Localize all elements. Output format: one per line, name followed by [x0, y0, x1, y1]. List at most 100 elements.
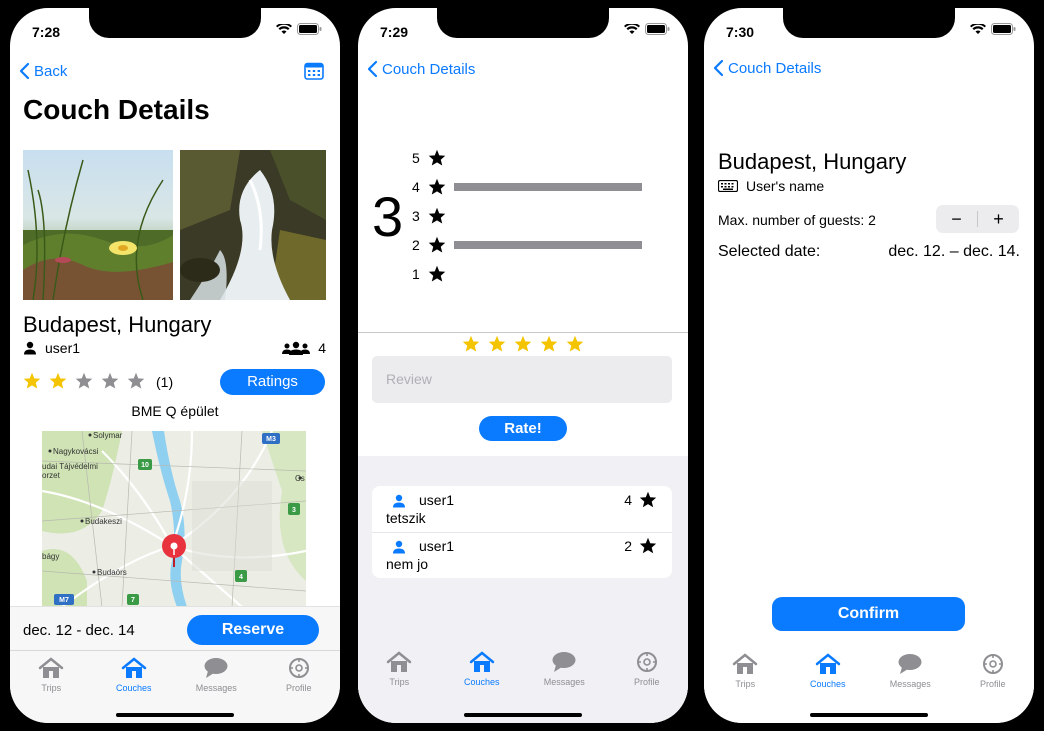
star-icon [639, 491, 657, 508]
host-name: user1 [45, 340, 81, 356]
ratings-button[interactable]: Ratings [220, 369, 325, 395]
reserve-bar: dec. 12 - dec. 14 Reserve [10, 606, 340, 651]
divider [358, 332, 688, 333]
home-indicator [810, 713, 928, 717]
tab-couches-label: Couches [463, 677, 500, 687]
wifi-icon [276, 23, 292, 34]
speech-bubble-icon [552, 652, 576, 672]
status-time: 7:29 [380, 24, 409, 40]
map-place-label: Cs [295, 474, 305, 483]
star-icon [428, 150, 446, 166]
back-button[interactable]: Couch Details [366, 60, 475, 78]
confirm-button[interactable]: Confirm [772, 597, 965, 631]
screen: 7:29 Couch Details 3 54321 Review Rate! … [358, 8, 688, 723]
battery-icon [297, 23, 322, 35]
tab-profile[interactable]: Profile [258, 651, 341, 723]
chevron-left-icon [19, 62, 30, 80]
star-empty-icon [101, 372, 119, 389]
map-place-label: orzet [42, 471, 61, 480]
back-label: Couch Details [382, 60, 476, 78]
phone-couch-details: 7:28 Back Couch Details Budapest, Hungar… [0, 0, 350, 731]
histogram-row: 5 [412, 148, 454, 168]
screen: 7:30 Couch Details Budapest, Hungary Use… [704, 8, 1034, 723]
house-icon [815, 653, 840, 674]
gear-icon [288, 658, 309, 678]
histogram-bar [454, 241, 642, 249]
page-title: Couch Details [23, 94, 210, 125]
tab-trips-label: Trips [41, 683, 62, 693]
back-button[interactable]: Back [18, 62, 67, 80]
review-stars: 2 [624, 538, 632, 554]
calendar-icon[interactable] [304, 62, 324, 80]
person-icon [393, 494, 405, 508]
tab-bar: Trips Couches Messages Profile [704, 647, 1034, 723]
gear-icon [982, 654, 1003, 674]
speech-bubble-icon [204, 658, 228, 678]
histogram-bar [454, 183, 642, 191]
status-icons [970, 23, 1016, 35]
tab-profile[interactable]: Profile [606, 645, 689, 723]
rating-stars [23, 372, 145, 389]
phone-reservation: 7:30 Couch Details Budapest, Hungary Use… [694, 0, 1044, 731]
star-filled-icon[interactable] [488, 335, 506, 352]
chevron-left-icon [367, 60, 378, 78]
tab-bar: Trips Couches Messages Profile [358, 645, 688, 723]
star-filled-icon[interactable] [566, 335, 584, 352]
map-place-label: Budakeszi [85, 517, 122, 526]
person-icon [24, 341, 36, 355]
wifi-icon [970, 23, 986, 34]
tab-couches[interactable]: Couches [787, 647, 870, 723]
star-filled-icon[interactable] [462, 335, 480, 352]
star-icon [639, 537, 657, 554]
rating-count: (1) [156, 374, 174, 390]
date-value[interactable]: dec. 12. – dec. 14. [888, 243, 1020, 261]
stepper-plus-button[interactable]: + [978, 209, 1019, 230]
histogram-row: 1 [412, 264, 454, 284]
review-input[interactable]: Review [372, 356, 672, 403]
tab-messages[interactable]: Messages [523, 645, 606, 723]
host-row: user1 [23, 340, 80, 356]
couch-photo-flower[interactable] [23, 150, 173, 300]
reserve-button[interactable]: Reserve [187, 615, 319, 645]
tab-trips-label: Trips [735, 679, 756, 689]
map-place-label: udai Tájvédelmi [42, 462, 98, 471]
star-icon [428, 208, 446, 224]
tab-couches[interactable]: Couches [441, 645, 524, 723]
histogram-row: 2 [412, 235, 642, 255]
date-label: Selected date: [718, 243, 821, 260]
tab-couches-label: Couches [115, 683, 152, 693]
battery-icon [645, 23, 670, 35]
rate-button[interactable]: Rate! [479, 416, 567, 441]
location-title: Budapest, Hungary [23, 312, 212, 337]
rating-input-stars[interactable] [358, 335, 688, 352]
back-label: Couch Details [728, 59, 822, 77]
tab-trips[interactable]: Trips [358, 645, 441, 723]
review-stars: 4 [624, 492, 632, 508]
tab-trips[interactable]: Trips [704, 647, 787, 723]
reviews-list: user1 tetszik 4 user1 nem jo 2 [372, 486, 672, 578]
tab-messages[interactable]: Messages [869, 647, 952, 723]
stepper-minus-button[interactable]: − [936, 209, 977, 230]
screen: 7:28 Back Couch Details Budapest, Hungar… [10, 8, 340, 723]
star-filled-icon[interactable] [514, 335, 532, 352]
map-view[interactable]: Solymar Nagykovácsi udai Tájvédelmi orze… [42, 431, 306, 607]
histogram-star-label: 3 [412, 208, 420, 224]
star-filled-icon[interactable] [540, 335, 558, 352]
histogram-star-label: 4 [412, 179, 420, 195]
back-button[interactable]: Couch Details [712, 59, 821, 77]
tab-profile-label: Profile [633, 677, 660, 687]
date-range: dec. 12 - dec. 14 [23, 622, 135, 639]
person-icon [393, 540, 405, 554]
map-place-label: Solymar [93, 431, 123, 440]
house-icon [121, 657, 146, 678]
couch-photo-waterfall[interactable] [180, 150, 326, 300]
tab-profile[interactable]: Profile [952, 647, 1035, 723]
tab-messages-label: Messages [195, 683, 237, 693]
tab-profile-label: Profile [285, 683, 312, 693]
map-place-label: bágy [42, 552, 59, 561]
tab-trips[interactable]: Trips [10, 651, 93, 723]
star-icon [428, 237, 446, 253]
guests-stepper: − + [936, 205, 1019, 233]
user-name-field[interactable]: User's name [746, 178, 824, 194]
notch [783, 8, 955, 38]
